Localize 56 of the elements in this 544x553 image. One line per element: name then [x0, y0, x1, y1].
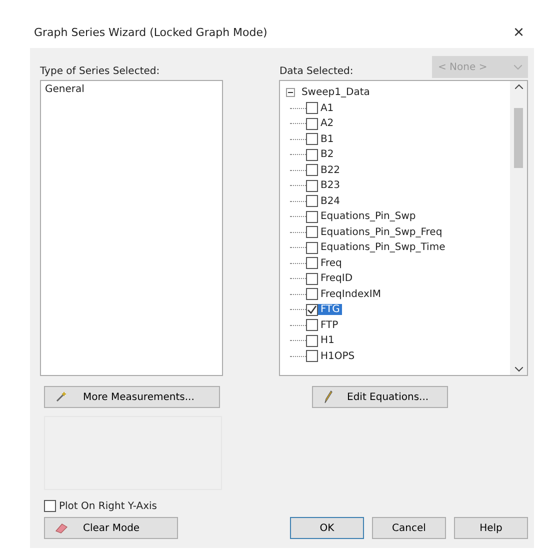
checkbox[interactable]	[306, 118, 318, 130]
chevron-up-icon[interactable]	[514, 84, 522, 89]
checkbox[interactable]	[306, 350, 318, 362]
tree-item[interactable]: B2	[318, 149, 336, 160]
tree-item[interactable]: A2	[318, 118, 336, 130]
tree-item[interactable]: Freq	[318, 258, 344, 269]
scrollbar[interactable]	[510, 81, 527, 375]
checkbox[interactable]	[306, 102, 318, 114]
checkbox[interactable]	[306, 257, 318, 270]
clear-mode-button[interactable]: Clear Mode	[44, 517, 178, 539]
pencil-icon	[323, 390, 333, 404]
dialog-button[interactable]: Cancel	[372, 517, 446, 539]
tree-item[interactable]: Equations_Pin_Swp_Time	[318, 242, 448, 254]
window-title: Graph Series Wizard (Locked Graph Mode)	[34, 26, 268, 38]
eraser-icon	[55, 522, 69, 534]
tree-item[interactable]: FreqIndexIM	[318, 288, 383, 300]
tree-item[interactable]: H1	[318, 335, 336, 346]
checkbox[interactable]	[306, 304, 318, 316]
tree-item[interactable]: B23	[318, 180, 342, 192]
checkbox[interactable]	[306, 226, 318, 238]
checkbox[interactable]	[306, 180, 318, 192]
checkbox[interactable]	[306, 210, 318, 223]
checkbox[interactable]	[306, 288, 318, 300]
checkbox[interactable]	[306, 148, 318, 161]
checkbox[interactable]	[306, 272, 318, 285]
tree-item[interactable]: FTG	[318, 304, 342, 316]
more-measurements-button[interactable]: More Measurements...	[44, 386, 220, 408]
series-type-label: Type of Series Selected:	[40, 66, 160, 78]
close-button[interactable]: ×	[507, 22, 530, 42]
tree-item[interactable]: B22	[318, 164, 342, 176]
chevron-down-icon[interactable]	[514, 367, 522, 372]
data-selected-label: Data Selected:	[279, 66, 354, 78]
checkbox[interactable]	[306, 242, 318, 254]
tree-item[interactable]: Equations_Pin_Swp_Freq	[318, 226, 444, 238]
dialog-button[interactable]: OK	[290, 517, 364, 539]
tree-item[interactable]: A1	[318, 102, 336, 114]
checkbox[interactable]	[306, 334, 318, 347]
tree-item[interactable]: Equations_Pin_Swp	[318, 211, 418, 222]
edit-equations-button[interactable]: Edit Equations...	[312, 386, 448, 408]
checkbox[interactable]	[306, 133, 318, 146]
tree-node[interactable]: Sweep1_Data	[299, 87, 372, 98]
tree-item[interactable]: FreqID	[318, 273, 355, 284]
tree-item[interactable]: B24	[318, 196, 342, 207]
tree-item[interactable]: H1OPS	[318, 350, 357, 362]
dialog-button[interactable]: Help	[454, 517, 528, 539]
scrollbar-thumb[interactable]	[514, 108, 523, 168]
tree-item[interactable]: B1	[318, 134, 336, 145]
checkbox[interactable]	[306, 164, 318, 176]
chevron-down-icon	[514, 64, 522, 70]
sparkle-wand-icon	[55, 391, 69, 403]
tree-item[interactable]: FTP	[318, 320, 340, 331]
plot-right-axis-checkbox[interactable]: Plot On Right Y-Axis	[44, 500, 528, 512]
minus-icon[interactable]	[286, 88, 296, 98]
checkbox[interactable]	[306, 319, 318, 332]
list-item[interactable]: General	[43, 83, 220, 96]
checkbox[interactable]	[306, 195, 318, 208]
